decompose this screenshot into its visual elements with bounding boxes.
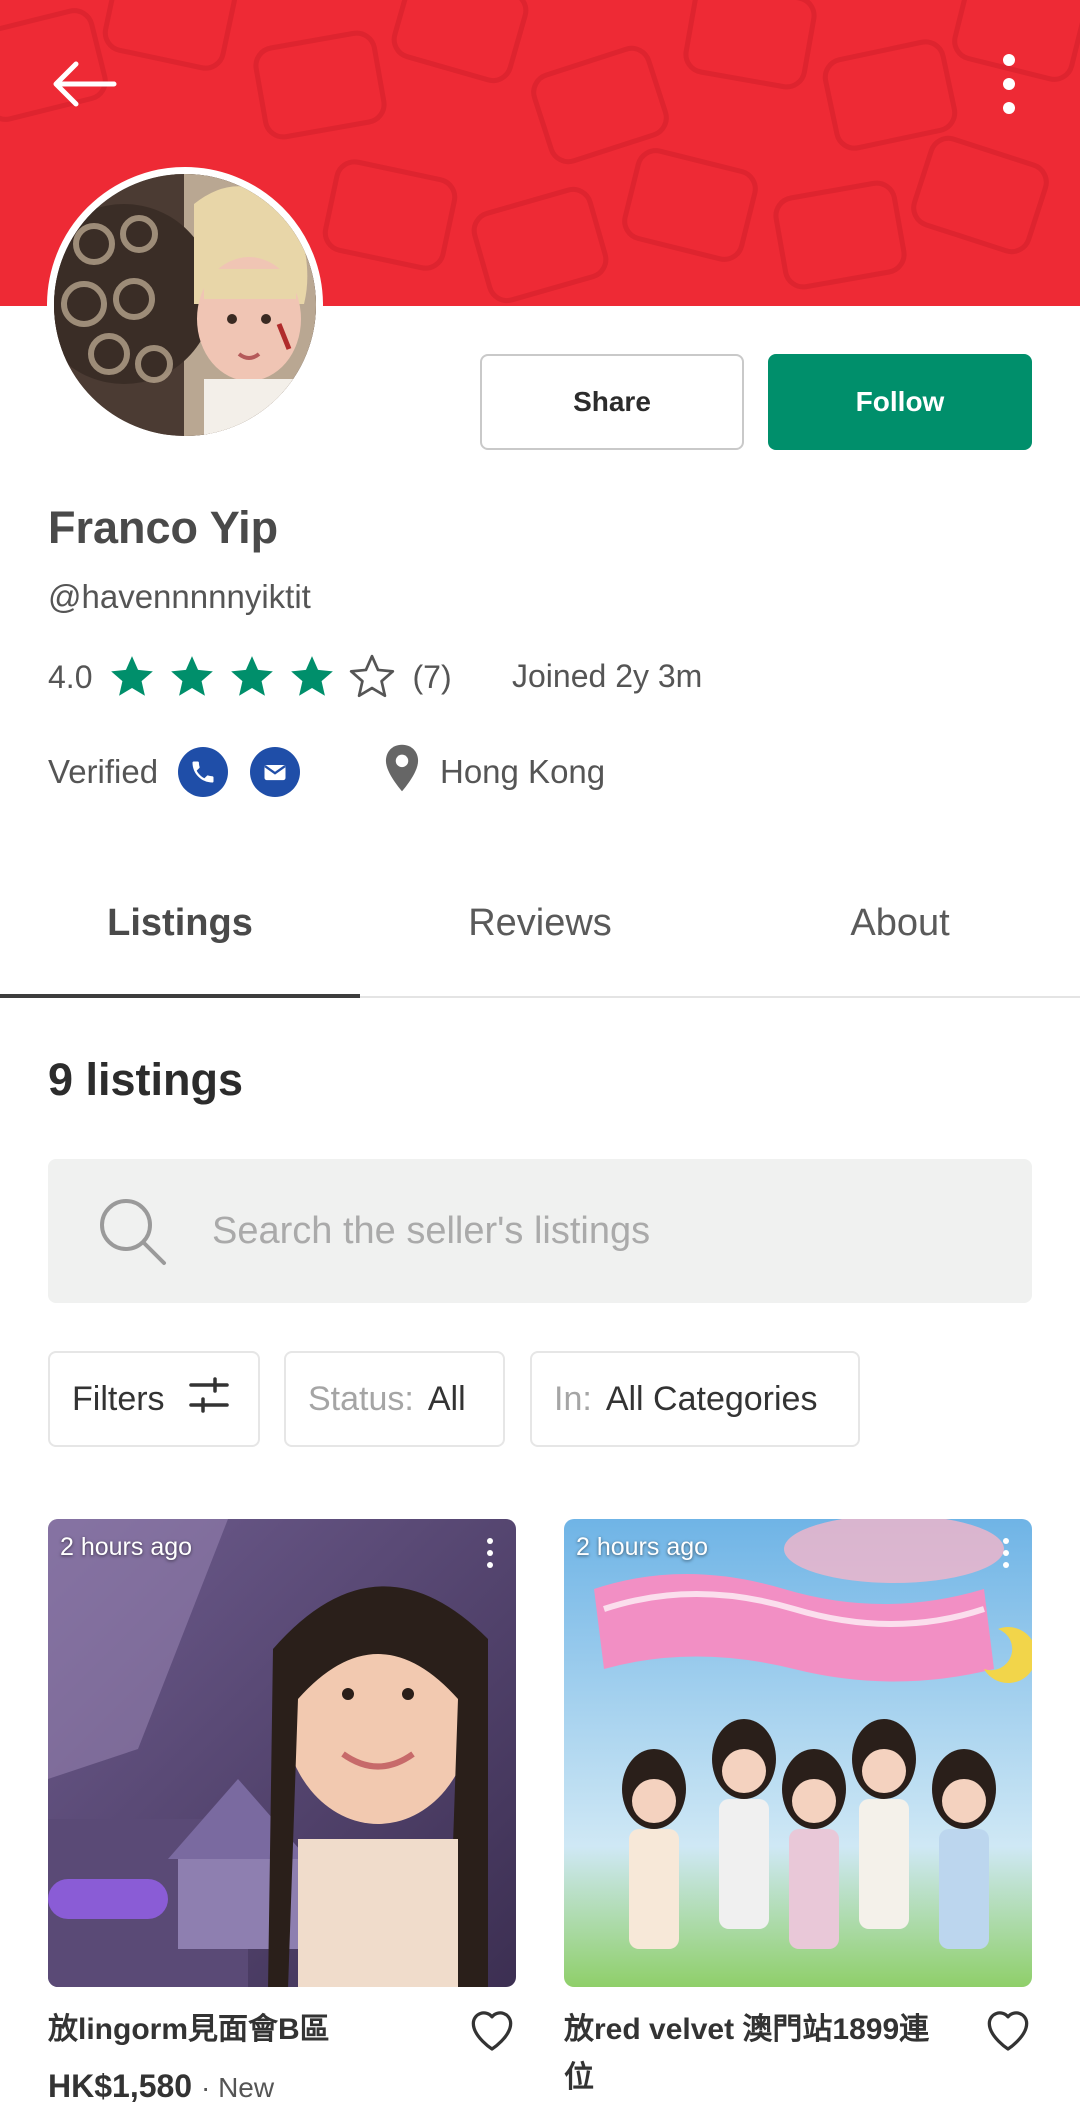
more-options-button[interactable]	[978, 48, 1040, 120]
status-prefix: Status:	[308, 1379, 414, 1418]
location-pin-icon	[380, 743, 424, 801]
listing-time: 2 hours ago	[60, 1533, 193, 1561]
search-icon	[94, 1193, 170, 1269]
star-filled-icon	[286, 652, 338, 702]
rating-stars	[106, 652, 398, 702]
listing-price: HK$1,580	[48, 2068, 193, 2104]
back-button[interactable]	[40, 48, 126, 120]
more-vertical-icon	[487, 1538, 493, 1568]
more-vertical-icon	[1003, 54, 1015, 114]
search-placeholder: Search the seller's listings	[212, 1209, 651, 1252]
category-filter[interactable]: In: All Categories	[530, 1351, 860, 1447]
star-filled-icon	[226, 652, 278, 702]
heart-icon	[987, 2011, 1029, 2051]
listing-title[interactable]: 放red velvet 澳門站1899連位	[564, 2006, 954, 2102]
filters-button[interactable]: Filters	[48, 1351, 260, 1447]
profile-handle: @havennnnnyiktit	[48, 578, 311, 615]
star-filled-icon	[106, 652, 158, 702]
heart-icon	[471, 2011, 513, 2051]
like-button[interactable]	[980, 2000, 1036, 2056]
listing-card-image[interactable]: 2 hours ago	[564, 1519, 1032, 1987]
tab-listings[interactable]: Listings	[0, 850, 360, 998]
listing-price-row: HK$1,580 · New	[48, 2068, 274, 2105]
status-value: All	[427, 1379, 466, 1418]
profile-name: Franco Yip	[48, 502, 279, 553]
listing-time: 2 hours ago	[576, 1533, 709, 1561]
profile-tabs: Listings Reviews About	[0, 850, 1080, 998]
verified-label: Verified	[48, 753, 159, 790]
avatar-image	[54, 174, 316, 436]
star-empty-icon	[346, 652, 398, 702]
verified-row: Verified	[48, 744, 301, 800]
listing-more-button[interactable]	[486, 1537, 494, 1569]
email-icon	[250, 747, 301, 797]
listing-photo	[564, 1519, 1032, 1987]
like-button[interactable]	[464, 2000, 520, 2056]
joined-date: Joined 2y 3m	[512, 658, 703, 694]
status-filter[interactable]: Status: All	[284, 1351, 505, 1447]
listing-photo	[48, 1519, 516, 1987]
sliders-icon	[188, 1376, 229, 1422]
location: Hong Kong	[380, 744, 605, 800]
listing-condition: · New	[200, 2072, 275, 2103]
listing-more-button[interactable]	[1002, 1537, 1010, 1569]
rating-score: 4.0	[48, 658, 93, 695]
location-label: Hong Kong	[440, 753, 606, 790]
arrow-left-icon	[53, 61, 117, 107]
search-input[interactable]: Search the seller's listings	[48, 1159, 1032, 1303]
category-prefix: In:	[554, 1379, 592, 1418]
listing-title[interactable]: 放lingorm見面會B區	[48, 2006, 438, 2054]
phone-icon	[178, 747, 229, 797]
filters-label: Filters	[72, 1379, 165, 1418]
tab-reviews[interactable]: Reviews	[360, 850, 720, 996]
avatar[interactable]	[47, 167, 323, 443]
listings-count: 9 listings	[48, 1054, 244, 1105]
review-count: (7)	[412, 658, 452, 695]
follow-button[interactable]: Follow	[768, 354, 1032, 450]
listing-card-image[interactable]: 2 hours ago	[48, 1519, 516, 1987]
star-filled-icon	[166, 652, 218, 702]
rating-row[interactable]: 4.0 (7)	[48, 652, 452, 702]
more-vertical-icon	[1003, 1538, 1009, 1568]
category-value: All Categories	[605, 1379, 818, 1418]
share-button[interactable]: Share	[480, 354, 744, 450]
tab-about[interactable]: About	[720, 850, 1080, 996]
